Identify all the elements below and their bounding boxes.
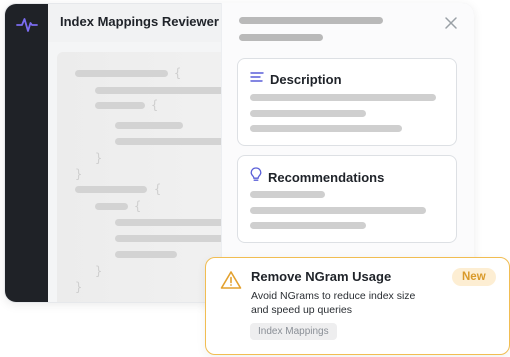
sidebar-rail bbox=[5, 4, 48, 302]
details-title-placeholder bbox=[239, 17, 383, 24]
lightbulb-icon bbox=[250, 167, 262, 187]
description-text-placeholder bbox=[250, 94, 436, 101]
code-brace: } bbox=[75, 167, 83, 181]
code-brace: } bbox=[75, 280, 83, 294]
code-line bbox=[115, 122, 183, 129]
code-line bbox=[95, 203, 128, 210]
app-title: Index Mappings Reviewer bbox=[60, 14, 219, 29]
recommendation-notification[interactable]: Remove NGram Usage Avoid NGrams to reduc… bbox=[205, 257, 510, 355]
code-brace: { bbox=[174, 66, 182, 80]
recommendations-text-placeholder bbox=[250, 207, 426, 214]
code-brace: { bbox=[151, 98, 159, 112]
code-line bbox=[115, 235, 225, 242]
code-brace: } bbox=[95, 151, 103, 165]
recommendations-text-placeholder bbox=[250, 191, 325, 198]
description-title: Description bbox=[270, 71, 342, 87]
notification-title: Remove NGram Usage bbox=[251, 269, 392, 284]
warning-triangle-icon bbox=[220, 270, 242, 290]
recommendations-card: Recommendations bbox=[237, 155, 457, 243]
code-line bbox=[95, 87, 225, 94]
notification-description: Avoid NGrams to reduce index size and sp… bbox=[251, 290, 416, 316]
align-left-icon bbox=[250, 70, 264, 88]
code-line bbox=[75, 70, 168, 77]
description-text-placeholder bbox=[250, 125, 402, 132]
activity-pulse-icon[interactable] bbox=[14, 13, 40, 37]
close-button[interactable] bbox=[443, 15, 459, 31]
description-text-placeholder bbox=[250, 110, 366, 117]
close-icon bbox=[445, 17, 457, 29]
code-brace: } bbox=[95, 264, 103, 278]
description-header: Description bbox=[250, 70, 342, 88]
code-brace: { bbox=[154, 182, 162, 196]
code-brace: { bbox=[134, 199, 142, 213]
recommendations-header: Recommendations bbox=[250, 167, 384, 187]
details-subtitle-placeholder bbox=[239, 34, 323, 41]
recommendations-title: Recommendations bbox=[268, 169, 385, 185]
new-badge: New bbox=[452, 268, 496, 286]
category-tag[interactable]: Index Mappings bbox=[250, 323, 337, 340]
code-line bbox=[115, 138, 225, 145]
code-line bbox=[115, 219, 225, 226]
recommendations-text-placeholder bbox=[250, 222, 366, 229]
code-line bbox=[115, 251, 177, 258]
code-line bbox=[95, 102, 145, 109]
code-line bbox=[75, 186, 147, 193]
description-card: Description bbox=[237, 58, 457, 146]
